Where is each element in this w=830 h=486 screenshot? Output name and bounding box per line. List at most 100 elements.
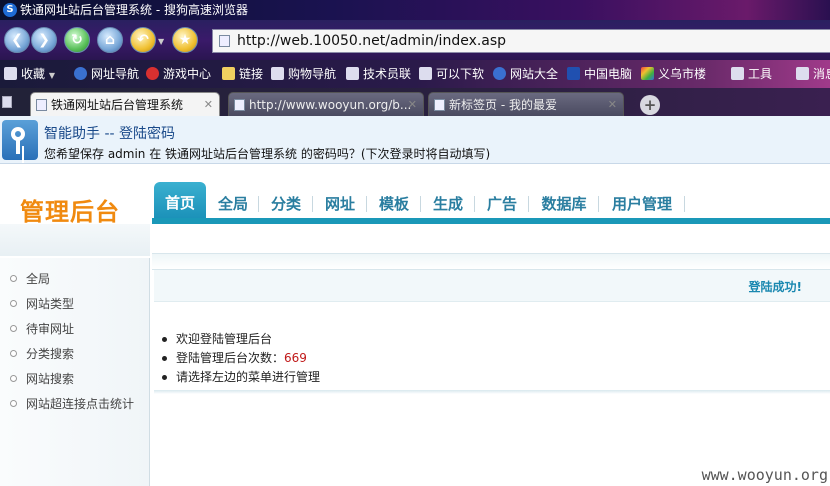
sidebar-item-pending-urls[interactable]: 待审网址 (10, 320, 74, 338)
tab-global[interactable]: 全局 (208, 192, 258, 218)
key-icon (2, 120, 38, 160)
sogou-icon (74, 67, 87, 80)
content-header: 登陆成功! (154, 270, 830, 302)
nav-divider (528, 196, 529, 212)
refresh-icon[interactable]: ↻ (64, 27, 90, 53)
tab-generate[interactable]: 生成 (422, 192, 474, 218)
list-item: 请选择左边的菜单进行管理 (160, 368, 320, 387)
address-url: http://web.10050.net/admin/index.asp (237, 33, 507, 49)
favorite-link[interactable]: 网站大全 (493, 66, 558, 82)
sogou-browser-icon: S (3, 3, 17, 17)
address-bar[interactable]: http://web.10050.net/admin/index.asp (212, 29, 830, 53)
welcome-list: 欢迎登陆管理后台 登陆管理后台次数：669 请选择左边的菜单进行管理 (160, 330, 320, 387)
tab-database[interactable]: 数据库 (530, 192, 598, 218)
chevron-down-icon: ▼ (48, 71, 55, 80)
page-icon (419, 67, 432, 80)
login-success-status: 登陆成功! (748, 280, 802, 294)
login-count: 669 (284, 351, 307, 365)
nav-divider (312, 196, 313, 212)
sidebar: 全局 网站类型 待审网址 分类搜索 网站搜索 网站超连接点击统计 (0, 258, 150, 486)
page-icon (641, 67, 654, 80)
tab-new[interactable]: 新标签页 - 我的最爱 ✕ (428, 92, 624, 116)
tab-home[interactable]: 首页 (154, 182, 206, 220)
nav-divider (474, 196, 475, 212)
navigation-toolbar: ❮ ❯ ↻ ⌂ ↶ ▼ ★ http://web.10050.net/admin… (0, 20, 830, 60)
page-icon (271, 67, 284, 80)
bullet-icon (10, 325, 17, 332)
bullet-icon (10, 400, 17, 407)
brand-bar (0, 224, 150, 256)
sidebar-item-site-search[interactable]: 网站搜索 (10, 370, 74, 388)
sidebar-item-category-search[interactable]: 分类搜索 (10, 345, 74, 363)
tools-menu[interactable]: 工具 (731, 66, 772, 82)
favorites-bar: 收藏 ▼ 网址导航 游戏中心 链接 购物导航 技术员联 可以下软 网站大全 中国… (0, 60, 830, 88)
tab-user-management[interactable]: 用户管理 (600, 192, 684, 218)
nav-divider (420, 196, 421, 212)
list-item: 登陆管理后台次数：669 (160, 349, 320, 368)
back-icon[interactable]: ❮ (4, 27, 30, 53)
favorite-link[interactable]: 义乌市楼 (641, 66, 706, 82)
message-menu[interactable]: 消息 (796, 66, 830, 82)
close-icon[interactable]: ✕ (408, 93, 417, 116)
content-divider (154, 390, 830, 394)
favorites-menu[interactable]: 收藏 ▼ (4, 66, 55, 82)
favorites-icon (4, 67, 17, 80)
sidebar-item-click-stats[interactable]: 网站超连接点击统计 (10, 395, 134, 413)
watermark: www.wooyun.org (701, 466, 828, 484)
tab-category[interactable]: 分类 (260, 192, 312, 218)
nav-divider (598, 196, 599, 212)
sogou-icon (493, 67, 506, 80)
favorite-link[interactable]: 中国电脑 (567, 66, 632, 82)
favorite-link[interactable]: 技术员联 (346, 66, 411, 82)
nav-divider (366, 196, 367, 212)
password-save-prompt: 智能助手 -- 登陆密码 您希望保存 admin 在 铁通网址站后台管理系统 的… (0, 116, 830, 164)
sub-nav-divider (152, 254, 830, 270)
page-icon (36, 99, 47, 111)
message-icon (796, 67, 809, 80)
sidebar-item-site-types[interactable]: 网站类型 (10, 295, 74, 313)
list-item: 欢迎登陆管理后台 (160, 330, 320, 349)
favorite-link[interactable]: 可以下软 (419, 66, 484, 82)
folder-icon (222, 67, 235, 80)
favorite-link[interactable]: 游戏中心 (146, 66, 211, 82)
chevron-down-icon[interactable]: ▼ (158, 37, 164, 46)
star-icon[interactable]: ★ (172, 27, 198, 53)
page-icon (234, 99, 245, 111)
prompt-title[interactable]: 智能助手 -- 登陆密码 (44, 123, 175, 143)
tab-wooyun[interactable]: http://www.wooyun.org/b... ✕ (228, 92, 424, 116)
sidebar-item-global[interactable]: 全局 (10, 270, 50, 288)
prompt-text: 您希望保存 admin 在 铁通网址站后台管理系统 的密码吗？(下次登录时将自动… (44, 147, 491, 161)
window-title: 铁通网址站后台管理系统 - 搜狗高速浏览器 (20, 3, 248, 17)
tab-ads[interactable]: 广告 (476, 192, 528, 218)
bullet-icon (10, 300, 17, 307)
main-nav: 首页 全局 分类 网址 模板 生成 广告 数据库 用户管理 (152, 182, 830, 224)
admin-brand: 管理后台 (20, 198, 120, 226)
bullet-icon (10, 275, 17, 282)
sub-nav-bar (152, 224, 830, 254)
page-icon (346, 67, 359, 80)
tab-bar: 铁通网址站后台管理系统 ✕ http://www.wooyun.org/b...… (0, 88, 830, 116)
game-icon (146, 67, 159, 80)
close-icon[interactable]: ✕ (204, 93, 213, 116)
page-icon (219, 35, 230, 47)
nav-divider (258, 196, 259, 212)
nav-divider (684, 196, 685, 212)
tab-admin[interactable]: 铁通网址站后台管理系统 ✕ (30, 92, 220, 116)
favorite-link[interactable]: 链接 (222, 66, 263, 82)
tools-icon (731, 67, 744, 80)
tab-url[interactable]: 网址 (314, 192, 366, 218)
tab-template[interactable]: 模板 (368, 192, 420, 218)
favorite-link[interactable]: 网址导航 (74, 66, 139, 82)
home-icon[interactable]: ⌂ (97, 27, 123, 53)
favorite-link[interactable]: 购物导航 (271, 66, 336, 82)
close-icon[interactable]: ✕ (608, 93, 617, 116)
page-icon (434, 99, 445, 111)
undo-icon[interactable]: ↶ (130, 27, 156, 53)
new-tab-icon[interactable]: + (640, 95, 660, 115)
bullet-icon (10, 350, 17, 357)
forward-icon[interactable]: ❯ (31, 27, 57, 53)
page-icon[interactable] (2, 96, 12, 108)
bullet-icon (10, 375, 17, 382)
window-title-bar: S 铁通网址站后台管理系统 - 搜狗高速浏览器 (0, 0, 830, 20)
page-icon (567, 67, 580, 80)
